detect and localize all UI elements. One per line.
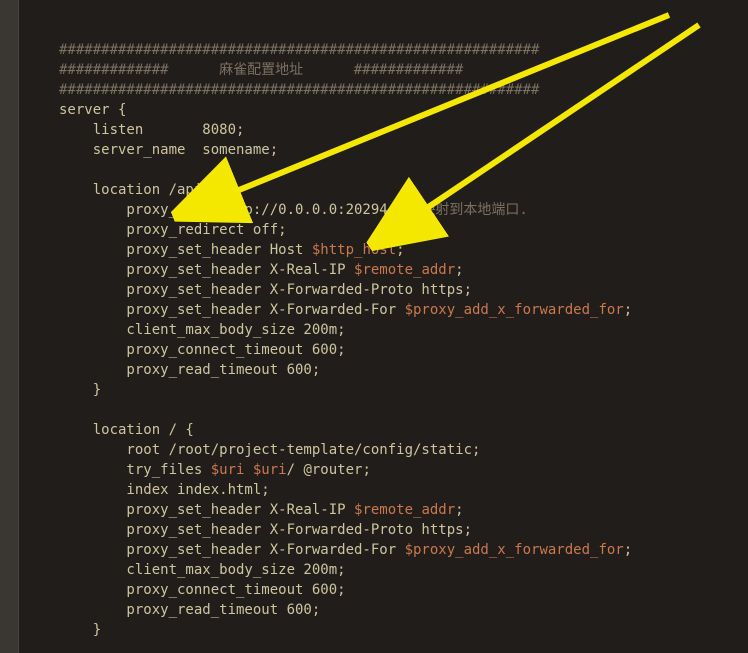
proxy-redirect: proxy_redirect off; [59,222,287,238]
proxy-set-header-proto2: proxy_set_header X-Forwarded-Proto https… [59,522,472,538]
location-root: location / { [59,422,194,438]
proxy-set-header-host: proxy_set_header Host $http_host; [59,242,405,258]
divider-line: ########################################… [59,42,539,58]
server-open: server { [59,102,126,118]
close-brace: } [59,382,101,398]
code-block: ########################################… [39,0,748,653]
proxy-set-header-ffor2: proxy_set_header X-Forwarded-For $proxy_… [59,542,632,558]
root-directive: root /root/project-template/config/stati… [59,442,480,458]
location-api: location /api/ { [59,182,228,198]
proxy-pass-line: proxy_pass http://0.0.0.0:20294/; #映射到本地… [59,202,528,218]
divider-line: ############# 麻雀配置地址 ############# [59,62,463,78]
client-max-body: client_max_body_size 200m; [59,322,346,338]
proxy-read-timeout2: proxy_read_timeout 600; [59,602,320,618]
proxy-set-header-realip: proxy_set_header X-Real-IP $remote_addr; [59,262,464,278]
proxy-set-header-realip2: proxy_set_header X-Real-IP $remote_addr; [59,502,464,518]
listen-directive: listen 8080; [59,122,244,138]
proxy-connect-timeout2: proxy_connect_timeout 600; [59,582,346,598]
try-files: try_files $uri $uri/ @router; [59,462,371,478]
index-directive: index index.html; [59,482,270,498]
divider-line: ########################################… [59,82,539,98]
code-container: ########################################… [18,0,748,653]
client-max-body2: client_max_body_size 200m; [59,562,346,578]
close-brace2: } [59,622,101,638]
proxy-set-header-ffor: proxy_set_header X-Forwarded-For $proxy_… [59,302,632,318]
proxy-read-timeout: proxy_read_timeout 600; [59,362,320,378]
proxy-connect-timeout: proxy_connect_timeout 600; [59,342,346,358]
proxy-set-header-proto: proxy_set_header X-Forwarded-Proto https… [59,282,472,298]
server-name-directive: server_name somename; [59,142,278,158]
